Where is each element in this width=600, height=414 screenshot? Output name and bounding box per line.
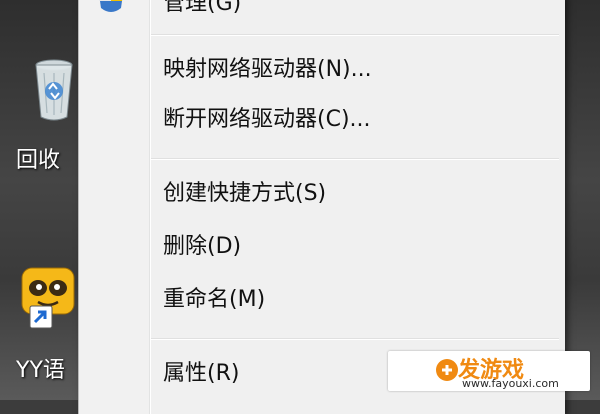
menu-item-manage[interactable]: 管理(G) xyxy=(163,0,241,24)
menu-item-disconnect-network-drive[interactable]: 断开网络驱动器(C)... xyxy=(163,100,371,140)
menu-item-create-shortcut[interactable]: 创建快捷方式(S) xyxy=(163,174,326,214)
recycle-bin-icon xyxy=(35,59,73,121)
shield-icon xyxy=(99,0,123,12)
yy-app-icon xyxy=(21,267,75,329)
menu-separator xyxy=(151,158,559,160)
watermark-url: www.fayouxi.com xyxy=(462,377,559,390)
site-watermark: 发游戏 www.fayouxi.com xyxy=(388,351,590,391)
menu-icon-gutter xyxy=(79,0,151,414)
menu-item-map-network-drive[interactable]: 映射网络驱动器(N)... xyxy=(163,50,372,90)
menu-separator xyxy=(151,338,559,340)
menu-separator xyxy=(151,34,559,36)
recycle-bin-label: 回收 xyxy=(16,148,61,173)
watermark-logo-icon xyxy=(436,359,458,381)
menu-item-rename[interactable]: 重命名(M) xyxy=(163,280,265,320)
yy-shortcut-label: YY语 xyxy=(16,358,65,383)
desktop: 回收 YY语 管理(G) 映射网络驱动器(N)... 断开网络驱动器(C)...… xyxy=(0,0,600,414)
menu-item-properties[interactable]: 属性(R) xyxy=(163,354,239,394)
menu-item-delete[interactable]: 删除(D) xyxy=(163,227,241,267)
